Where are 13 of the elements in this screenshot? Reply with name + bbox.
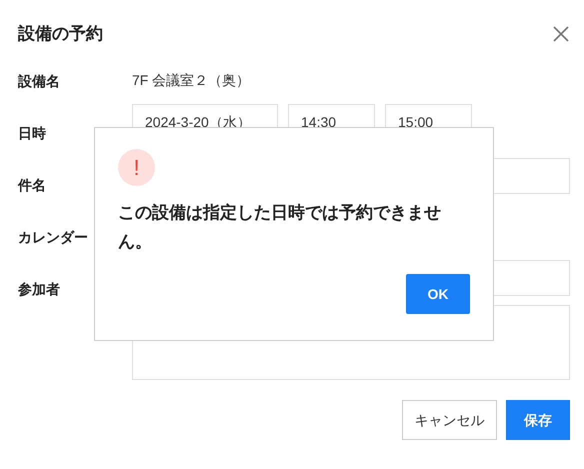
- alert-message: この設備は指定した日時では予約できません。: [118, 202, 442, 253]
- field-value: 7F 会議室２（奥）: [132, 71, 252, 90]
- save-button[interactable]: 保存: [506, 400, 570, 440]
- field-label: 件名: [18, 177, 46, 193]
- ok-button[interactable]: OK: [406, 274, 470, 314]
- close-icon[interactable]: [552, 25, 570, 43]
- cancel-button[interactable]: キャンセル: [402, 400, 497, 440]
- warning-icon: !: [118, 149, 155, 186]
- field-label: 参加者: [18, 281, 60, 297]
- dialog-title: 設備の予約: [18, 23, 103, 46]
- field-label: カレンダー: [18, 229, 88, 245]
- field-label: 日時: [18, 125, 46, 141]
- field-label: 設備名: [18, 73, 60, 89]
